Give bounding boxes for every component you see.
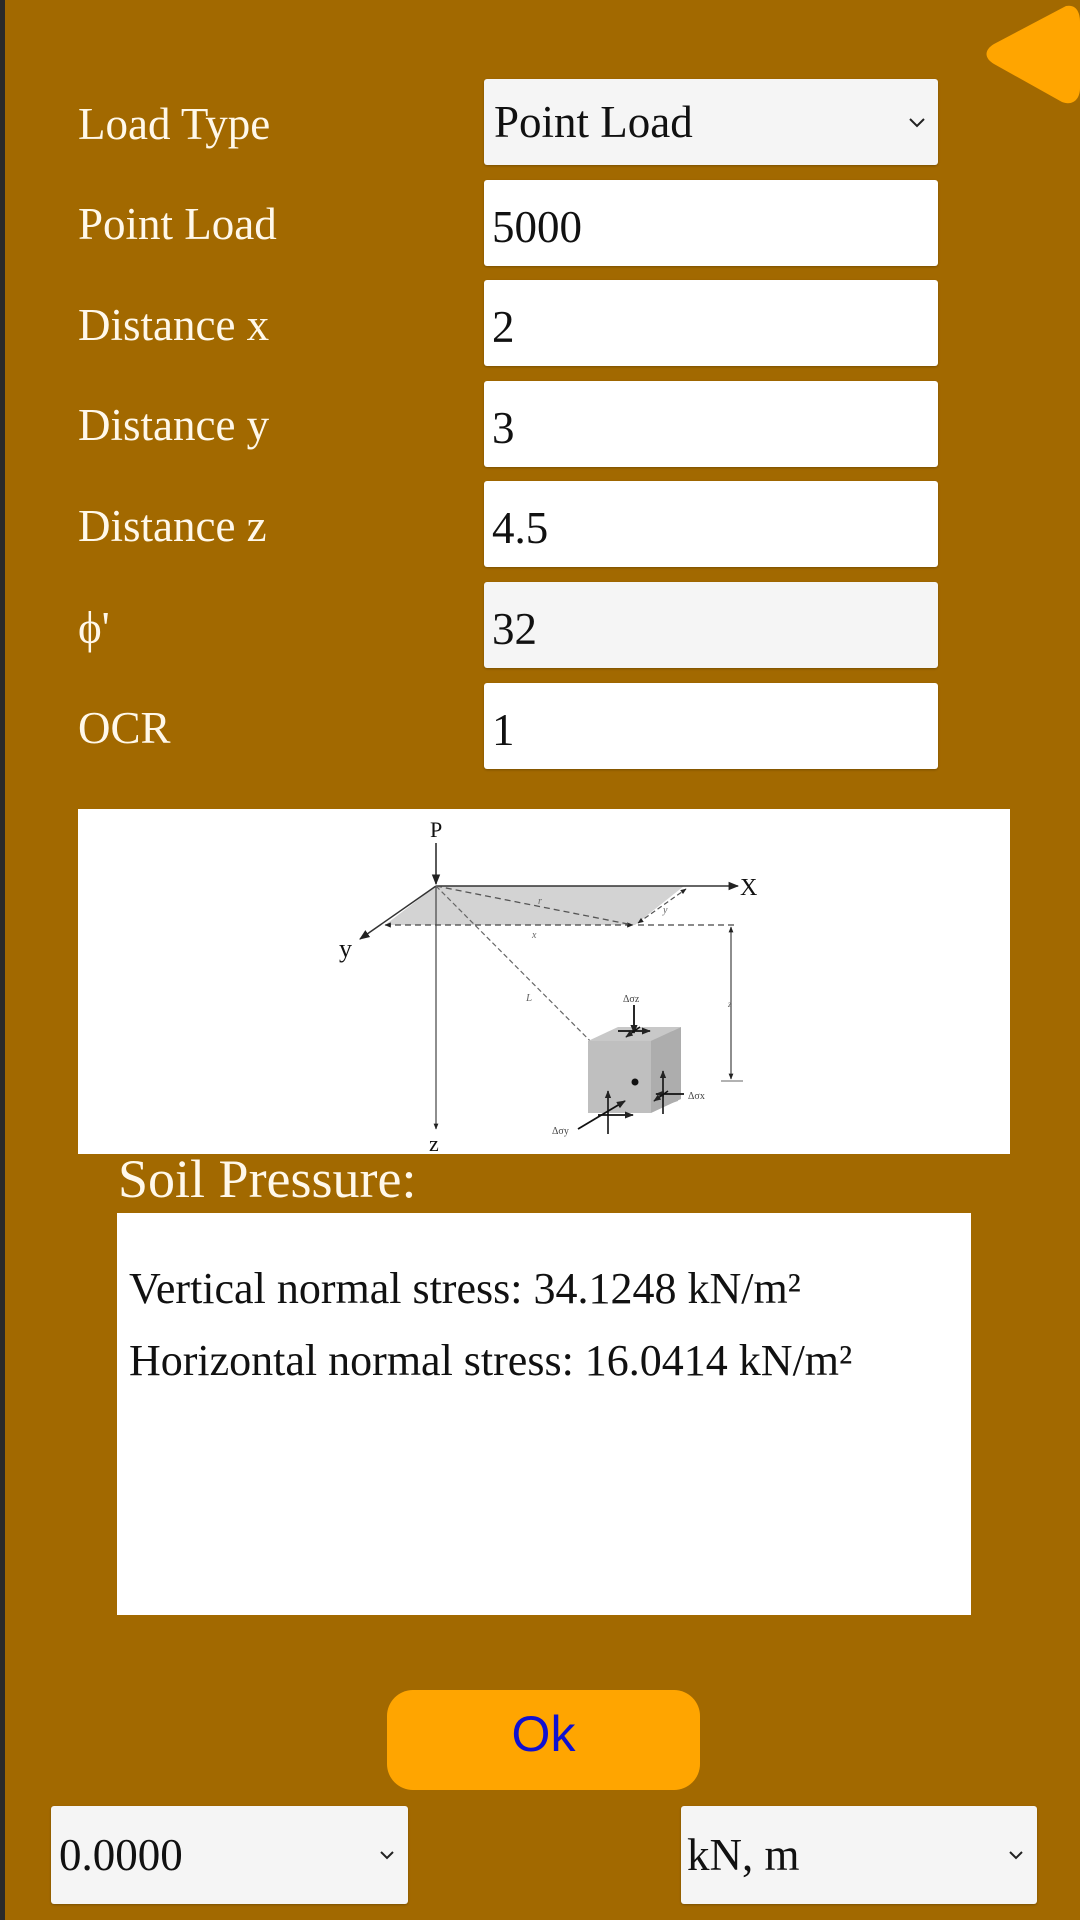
- window-edge: [0, 0, 5, 1920]
- friction-angle-label: ϕ': [78, 603, 110, 653]
- label-P: P: [430, 817, 442, 842]
- precision-select[interactable]: 0.0000: [51, 1806, 408, 1904]
- label-sigma-y: Δσy: [552, 1126, 569, 1137]
- results-title: Soil Pressure:: [118, 1149, 417, 1209]
- vertical-stress-result: Vertical normal stress: 34.1248 kN/m²: [129, 1264, 801, 1313]
- label-sigma-x: Δσx: [688, 1091, 705, 1102]
- label-x: x: [531, 930, 537, 941]
- label-Y: y: [339, 934, 352, 963]
- label-y: y: [662, 905, 668, 916]
- stress-point: [631, 1078, 639, 1086]
- label-z: z: [727, 999, 732, 1009]
- load-type-label: Load Type: [78, 99, 271, 149]
- precision-value: 0.0000: [59, 1830, 183, 1880]
- ocr-input[interactable]: [484, 683, 938, 769]
- point-load-diagram: P X y z r x y L z Δσz Δσx Δσy: [78, 809, 1010, 1154]
- distance-x-label: Distance x: [78, 300, 270, 350]
- distance-z-input[interactable]: [484, 481, 938, 567]
- label-L: L: [525, 992, 532, 1004]
- chevron-down-icon: [1009, 1851, 1023, 1860]
- ocr-label: OCR: [78, 703, 171, 753]
- distance-y-label: Distance y: [78, 400, 270, 450]
- distance-z-label: Distance z: [78, 501, 267, 551]
- load-type-select[interactable]: Point Load: [484, 79, 938, 165]
- back-triangle-icon: [986, 5, 1080, 104]
- distance-x-input[interactable]: [484, 280, 938, 366]
- units-select[interactable]: kN, m: [681, 1806, 1037, 1904]
- label-X: X: [740, 875, 757, 901]
- chevron-down-icon: [380, 1851, 394, 1860]
- back-button[interactable]: [980, 2, 1080, 106]
- units-value: kN, m: [687, 1830, 800, 1880]
- point-load-label: Point Load: [78, 199, 277, 249]
- distance-y-input[interactable]: [484, 381, 938, 467]
- horizontal-stress-result: Horizontal normal stress: 16.0414 kN/m²: [129, 1336, 853, 1385]
- label-Z: z: [429, 1131, 439, 1154]
- load-type-value: Point Load: [494, 97, 693, 147]
- ok-button[interactable]: Ok: [387, 1690, 700, 1790]
- label-r: r: [538, 896, 542, 907]
- stress-diagram-svg: P X y z r x y L z Δσz Δσx Δσy: [339, 817, 757, 1154]
- chevron-down-icon: [909, 118, 925, 128]
- point-load-input[interactable]: [484, 180, 938, 266]
- label-sigma-z: Δσz: [623, 994, 640, 1005]
- friction-angle-input[interactable]: [484, 582, 938, 668]
- results-panel: Vertical normal stress: 34.1248 kN/m² Ho…: [117, 1213, 971, 1615]
